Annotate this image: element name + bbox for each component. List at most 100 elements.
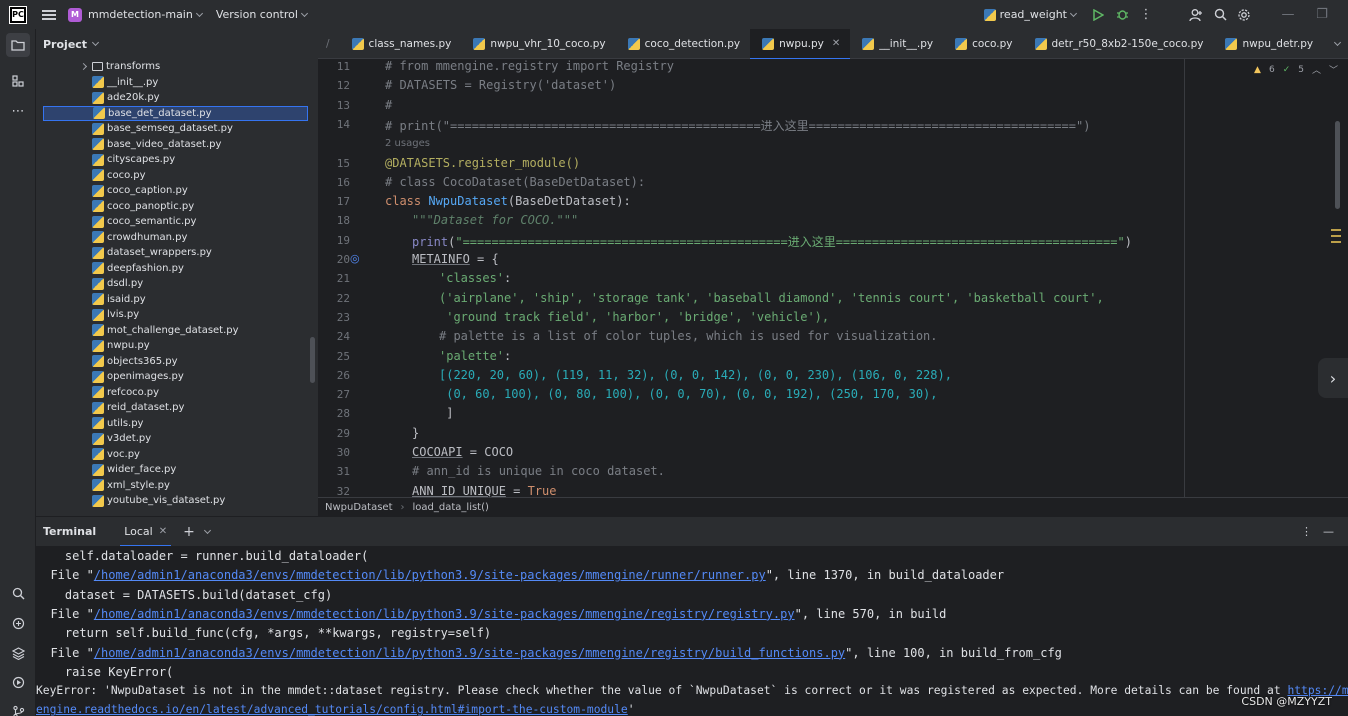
more-tools-button[interactable]: ⋯	[6, 99, 30, 123]
new-terminal-icon[interactable]: +	[183, 524, 195, 540]
main-menu-icon[interactable]	[42, 9, 56, 20]
file-link[interactable]: /home/admin1/anaconda3/envs/mmdetection/…	[94, 568, 766, 582]
right-margin-guide	[1184, 59, 1185, 497]
more-vertical-icon: ⋮	[1139, 7, 1153, 22]
close-icon[interactable]: ✕	[832, 38, 840, 49]
more-vertical-icon[interactable]: ⋮	[1301, 525, 1312, 538]
tree-item[interactable]: ade20k.py	[43, 90, 308, 106]
tree-item[interactable]: transforms	[43, 59, 308, 75]
debug-button[interactable]	[1110, 3, 1134, 27]
tree-item[interactable]: __init__.py	[43, 75, 308, 91]
expand-panel-button[interactable]: ›	[1318, 358, 1348, 398]
close-icon[interactable]: ✕	[159, 526, 167, 537]
marker-stripe[interactable]	[1331, 235, 1341, 237]
tree-item[interactable]: coco_panoptic.py	[43, 199, 308, 215]
tree-item[interactable]: crowdhuman.py	[43, 230, 308, 246]
tree-item[interactable]: v3det.py	[43, 431, 308, 447]
services-tool-button[interactable]	[6, 670, 30, 694]
tree-item[interactable]: lvis.py	[43, 307, 308, 323]
python-file-icon	[92, 122, 104, 135]
editor-scrollbar[interactable]	[1335, 121, 1340, 209]
run-config-selector[interactable]: read_weight	[983, 8, 1078, 21]
settings-button[interactable]	[1232, 3, 1256, 27]
chevron-down-icon[interactable]	[1334, 38, 1342, 46]
terminal-text: ", line 570, in build	[794, 606, 947, 621]
file-link[interactable]: /home/admin1/anaconda3/envs/mmdetection/…	[94, 607, 795, 621]
editor-tab[interactable]: coco.py	[943, 29, 1022, 59]
python-console-button[interactable]	[6, 611, 30, 635]
tree-item[interactable]: coco.py	[43, 168, 308, 184]
tree-item[interactable]: dataset_wrappers.py	[43, 245, 308, 261]
tree-item[interactable]: isaid.py	[43, 292, 308, 308]
chevron-up-icon[interactable]: ︿	[1312, 63, 1321, 76]
tree-item[interactable]: base_semseg_dataset.py	[43, 121, 308, 137]
marker-stripe[interactable]	[1331, 229, 1341, 231]
line-number: 28	[336, 407, 350, 421]
version-control-menu[interactable]: Version control	[216, 8, 308, 21]
tree-item[interactable]: refcoco.py	[43, 385, 308, 401]
tree-item[interactable]: cityscapes.py	[43, 152, 308, 168]
restore-button[interactable]: ❐	[1310, 3, 1334, 27]
python-file-icon	[473, 37, 486, 50]
project-tool-button[interactable]	[6, 33, 30, 57]
tree-item[interactable]: objects365.py	[43, 354, 308, 370]
breadcrumb-class[interactable]: NwpuDataset	[325, 502, 393, 513]
override-gutter-icon[interactable]: ◎	[350, 252, 360, 265]
code-editor[interactable]: ▲ 6 ✓ 5 ︿ ﹀ 11 12 13 14 15 16 17 18 19 20 21 22 23 24…	[318, 59, 1348, 497]
tree-item[interactable]: coco_caption.py	[43, 183, 308, 199]
usages-hint[interactable]: 2 usages	[385, 138, 430, 149]
chevron-down-icon[interactable]	[203, 526, 211, 534]
add-user-button[interactable]	[1184, 3, 1208, 27]
inspection-widget[interactable]: ▲ 6 ✓ 5 ︿ ﹀	[1254, 63, 1338, 77]
chevron-down-icon[interactable]: ﹀	[1329, 63, 1338, 76]
tree-item[interactable]: nwpu.py	[43, 338, 308, 354]
python-file-icon	[92, 463, 104, 476]
layers-tool-button[interactable]	[6, 641, 30, 665]
tree-item[interactable]: reid_dataset.py	[43, 400, 308, 416]
hide-panel-icon[interactable]: —	[1323, 525, 1334, 538]
python-file-icon	[955, 37, 968, 50]
tree-item[interactable]: base_video_dataset.py	[43, 137, 308, 153]
tree-item[interactable]: coco_semantic.py	[43, 214, 308, 230]
project-scrollbar[interactable]	[310, 337, 315, 383]
breadcrumb-method[interactable]: load_data_list()	[413, 502, 489, 513]
terminal-output[interactable]: self.dataloader = runner.build_dataloade…	[36, 546, 1348, 716]
editor-tab[interactable]: class_names.py	[340, 29, 462, 59]
marker-stripe[interactable]	[1331, 241, 1341, 243]
minimize-button[interactable]: —	[1276, 3, 1300, 27]
tree-item[interactable]: deepfashion.py	[43, 261, 308, 277]
editor-tab[interactable]: detr_r50_8xb2-150e_coco.py	[1023, 29, 1214, 59]
project-panel-header[interactable]: Project	[36, 29, 318, 59]
file-link[interactable]: /home/admin1/anaconda3/envs/mmdetection/…	[94, 646, 845, 660]
tree-item[interactable]: wider_face.py	[43, 462, 308, 478]
editor-tab[interactable]: coco_detection.py	[616, 29, 750, 59]
git-tool-button[interactable]	[6, 699, 30, 716]
more-actions-button[interactable]: ⋮	[1134, 3, 1158, 27]
editor-tab[interactable]: __init__.py	[850, 29, 943, 59]
tabs-scroll-left[interactable]: /	[318, 29, 340, 59]
project-selector[interactable]: mmdetection-main	[88, 8, 203, 21]
editor-tab[interactable]: nwpu_vhr_10_coco.py	[461, 29, 615, 59]
tree-item[interactable]: xml_style.py	[43, 478, 308, 494]
palette-key: 'palette'	[439, 348, 505, 363]
chevron-right-icon[interactable]	[79, 63, 88, 71]
tree-item[interactable]: base_det_dataset.py	[43, 105, 308, 121]
run-button[interactable]	[1086, 3, 1110, 27]
tree-item[interactable]: dsdl.py	[43, 276, 308, 292]
editor-tab[interactable]: nwpu_detr.py	[1213, 29, 1323, 59]
search-tool-button[interactable]	[6, 581, 30, 605]
editor-tab[interactable]: nwpu.py ✕	[750, 28, 851, 60]
tree-item[interactable]: openimages.py	[43, 369, 308, 385]
tree-item[interactable]: mot_challenge_dataset.py	[43, 323, 308, 339]
structure-tool-button[interactable]	[6, 69, 30, 93]
search-button[interactable]	[1208, 3, 1232, 27]
terminal-tab-local[interactable]: Local ✕	[120, 517, 172, 547]
terminal-line: File "/home/admin1/anaconda3/envs/mmdete…	[36, 607, 946, 621]
tree-item[interactable]: utils.py	[43, 416, 308, 432]
tree-item[interactable]: youtube_vis_dataset.py	[43, 493, 308, 509]
python-file-icon	[92, 386, 104, 399]
docs-link[interactable]: engine.readthedocs.io/en/latest/advanced…	[36, 703, 628, 716]
python-file-icon	[92, 479, 104, 492]
python-file-icon	[92, 184, 104, 197]
tree-item[interactable]: voc.py	[43, 447, 308, 463]
